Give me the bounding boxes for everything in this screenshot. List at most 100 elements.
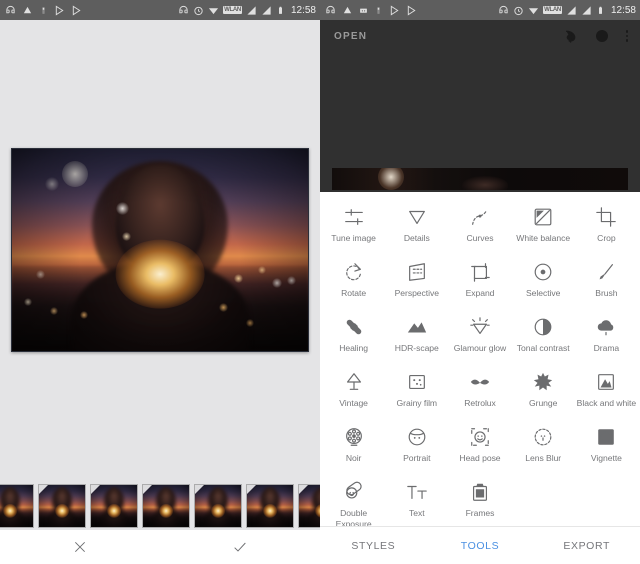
status-bar-clock: 12:58: [290, 4, 316, 16]
headphones-icon-right: [499, 5, 508, 13]
tool-frames[interactable]: Frames: [448, 477, 511, 532]
tool-portrait[interactable]: Portrait: [385, 422, 448, 477]
tool-retrolux[interactable]: Retrolux: [448, 367, 511, 422]
signal-icon-1: [247, 5, 256, 15]
battery-saver-icon: [42, 6, 45, 14]
tool-label: Drama: [593, 343, 620, 353]
tool-grunge[interactable]: Grunge: [512, 367, 575, 422]
tool-label: Tonal contrast: [516, 343, 570, 353]
styles-preview-body: t Portrait Smooth: [0, 20, 320, 564]
tool-label: Curves: [466, 233, 494, 243]
tool-perspective[interactable]: Perspective: [385, 257, 448, 312]
drive-icon: [23, 6, 32, 13]
tool-label: Crop: [597, 233, 616, 243]
tool-label: Grainy film: [396, 398, 438, 408]
mountains-icon: [407, 322, 426, 333]
tool-white-balance[interactable]: White balance: [512, 202, 575, 257]
tool-label: Details: [403, 233, 430, 243]
status-bar-left-icons: [325, 5, 417, 16]
tool-details[interactable]: Details: [385, 202, 448, 257]
tool-grainy-film[interactable]: Grainy film: [385, 367, 448, 422]
filmstrip-badge-icon: [299, 485, 308, 494]
tool-vintage[interactable]: Vintage: [322, 367, 385, 422]
tool-rotate[interactable]: Rotate: [322, 257, 385, 312]
screenshot-root: WLAN 12:58 WLAN 12:58 OPEN Tune image De…: [0, 0, 640, 564]
brush-icon: [599, 264, 614, 280]
filmstrip-badge-icon: [39, 485, 48, 494]
tab-export[interactable]: EXPORT: [533, 540, 640, 552]
tool-brush[interactable]: Brush: [575, 257, 638, 312]
filmstrip-thumbnail[interactable]: [90, 484, 138, 528]
tool-crop[interactable]: Crop: [575, 202, 638, 257]
cloud-rain-icon: [598, 320, 614, 336]
close-icon: [75, 542, 85, 552]
editor-image-strip: [332, 168, 628, 190]
filmstrip-thumbnail[interactable]: [194, 484, 242, 528]
check-icon: [234, 542, 246, 552]
tool-tonal-contrast[interactable]: Tonal contrast: [512, 312, 575, 367]
tool-noir[interactable]: Noir: [322, 422, 385, 477]
filmstrip-thumbnail[interactable]: [38, 484, 86, 528]
bottom-nav: STYLES TOOLS EXPORT: [320, 526, 640, 564]
film-reel-icon: [345, 428, 362, 446]
confirm-button[interactable]: [160, 530, 320, 564]
open-button[interactable]: OPEN: [334, 31, 367, 42]
tool-drama[interactable]: Drama: [575, 312, 638, 367]
sliders-icon: [344, 209, 363, 225]
tool-label: Frames: [465, 508, 495, 518]
status-bar-left-icons: [5, 5, 82, 16]
tool-double-exposure[interactable]: Double Exposure: [322, 477, 385, 532]
editor-canvas-dimmed: OPEN: [320, 20, 640, 192]
filmstrip-thumbnail[interactable]: [298, 484, 320, 528]
tool-hdr-scape[interactable]: HDR-scape: [385, 312, 448, 367]
tool-label: HDR-scape: [394, 343, 439, 353]
tool-curves[interactable]: Curves: [448, 202, 511, 257]
double-exposure-icon: [345, 481, 362, 499]
signal-icon-1: [567, 5, 576, 15]
tool-expand[interactable]: Expand: [448, 257, 511, 312]
tool-black-and-white[interactable]: Black and white: [575, 367, 638, 422]
selective-icon: [534, 263, 552, 281]
tool-selective[interactable]: Selective: [512, 257, 575, 312]
tab-styles[interactable]: STYLES: [320, 540, 427, 552]
filmstrip-thumbnail[interactable]: [142, 484, 190, 528]
headphones-icon: [326, 5, 335, 13]
filmstrip-badge-icon: [195, 485, 204, 494]
tool-tune-image[interactable]: Tune image: [322, 202, 385, 257]
tool-label: Vintage: [339, 398, 368, 408]
right-pane-tools-screen: WLAN 12:58 OPEN Tune image Details Curve…: [320, 0, 640, 564]
compare-icon[interactable]: [562, 28, 578, 44]
contrast-icon: [534, 318, 552, 336]
cancel-button[interactable]: [0, 530, 160, 564]
tool-lens-blur[interactable]: Lens Blur: [512, 422, 575, 477]
play-store-icon: [390, 5, 399, 15]
overflow-menu-icon[interactable]: [625, 30, 628, 42]
alarm-icon: [194, 6, 203, 15]
tool-healing[interactable]: Healing: [322, 312, 385, 367]
black-white-icon: [598, 374, 615, 390]
face-icon: [408, 428, 426, 446]
tool-glamour-glow[interactable]: Glamour glow: [448, 312, 511, 367]
grunge-icon: [534, 372, 553, 391]
tool-label: Vignette: [590, 453, 622, 463]
drive-icon: [343, 6, 352, 13]
main-photo-preview[interactable]: [11, 148, 309, 352]
tool-head-pose[interactable]: Head pose: [448, 422, 511, 477]
lens-blur-icon: [534, 428, 552, 446]
play-store-icon-2: [72, 5, 81, 15]
info-icon[interactable]: [594, 28, 610, 44]
tab-tools[interactable]: TOOLS: [427, 540, 534, 552]
signal-icon-2: [582, 5, 591, 15]
filmstrip-thumbnail[interactable]: [0, 484, 34, 528]
tools-grid: Tune image Details Curves White balance …: [320, 192, 640, 529]
mustache-icon: [470, 379, 490, 385]
grain-icon: [408, 374, 425, 390]
tool-vignette[interactable]: Vignette: [575, 422, 638, 477]
wlan-badge-icon: WLAN: [223, 6, 242, 14]
tool-text[interactable]: Text: [385, 477, 448, 532]
filmstrip-thumbnail[interactable]: [246, 484, 294, 528]
status-bar-right-icons: WLAN 12:58: [498, 5, 636, 16]
perspective-icon: [408, 263, 425, 281]
status-bar-clock: 12:58: [610, 4, 636, 16]
frames-icon: [472, 483, 487, 501]
